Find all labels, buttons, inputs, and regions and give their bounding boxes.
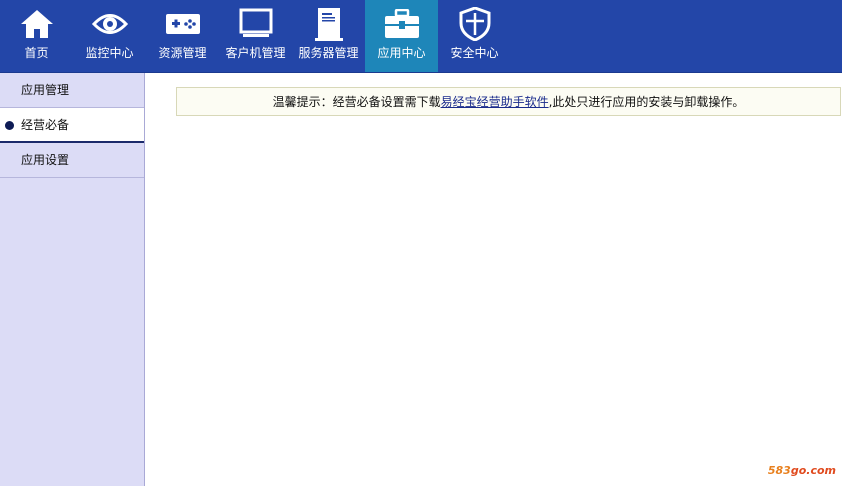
sidebar-item-app-settings[interactable]: 应用设置: [0, 143, 144, 178]
notice-suffix: ,此处只进行应用的安装与卸载操作。: [548, 95, 745, 109]
nav-item-label: 首页: [24, 46, 49, 60]
top-navigation: 首页 监控中心 资源管理 客户机管理 服务器管理 应用中心 安全中心: [0, 0, 842, 73]
nav-item-application-center[interactable]: 应用中心: [365, 0, 438, 72]
nav-item-label: 客户机管理: [225, 46, 286, 60]
nav-item-label: 应用中心: [377, 46, 426, 60]
sidebar-item-app-management[interactable]: 应用管理: [0, 73, 144, 108]
watermark-number: 583: [767, 464, 791, 477]
sidebar-item-business-essentials[interactable]: 经营必备: [0, 108, 144, 143]
home-icon: [19, 6, 55, 42]
watermark-domain: go.com: [790, 464, 836, 477]
nav-item-server-management[interactable]: 服务器管理: [292, 0, 365, 72]
eye-icon: [91, 6, 128, 42]
nav-item-monitor-center[interactable]: 监控中心: [73, 0, 146, 72]
sidebar-item-label: 经营必备: [21, 118, 70, 132]
notice-prefix: 温馨提示：经营必备设置需下载: [272, 95, 441, 109]
nav-item-label: 安全中心: [450, 46, 499, 60]
nav-item-label: 资源管理: [158, 46, 207, 60]
main-content: 温馨提示：经营必备设置需下载 易经宝经营助手软件 ,此处只进行应用的安装与卸载操…: [146, 73, 842, 486]
active-bullet-icon: [5, 121, 14, 130]
download-software-link[interactable]: 易经宝经营助手软件: [441, 93, 549, 110]
nav-item-resource-management[interactable]: 资源管理: [146, 0, 219, 72]
nav-item-client-management[interactable]: 客户机管理: [219, 0, 292, 72]
sidebar-item-label: 应用管理: [21, 83, 70, 97]
monitor-icon: [238, 6, 274, 42]
sidebar-item-label: 应用设置: [21, 153, 70, 167]
gamepad-icon: [165, 6, 201, 42]
sidebar: 应用管理 经营必备 应用设置: [0, 73, 145, 486]
server-icon: [311, 6, 347, 42]
watermark-logo: 583go.com: [768, 464, 836, 477]
notice-box: 温馨提示：经营必备设置需下载 易经宝经营助手软件 ,此处只进行应用的安装与卸载操…: [176, 87, 841, 116]
toolbox-icon: [384, 6, 420, 42]
nav-item-security-center[interactable]: 安全中心: [438, 0, 511, 72]
nav-item-home[interactable]: 首页: [0, 0, 73, 72]
nav-item-label: 监控中心: [85, 46, 134, 60]
shield-icon: [457, 6, 493, 42]
nav-item-label: 服务器管理: [298, 46, 359, 60]
